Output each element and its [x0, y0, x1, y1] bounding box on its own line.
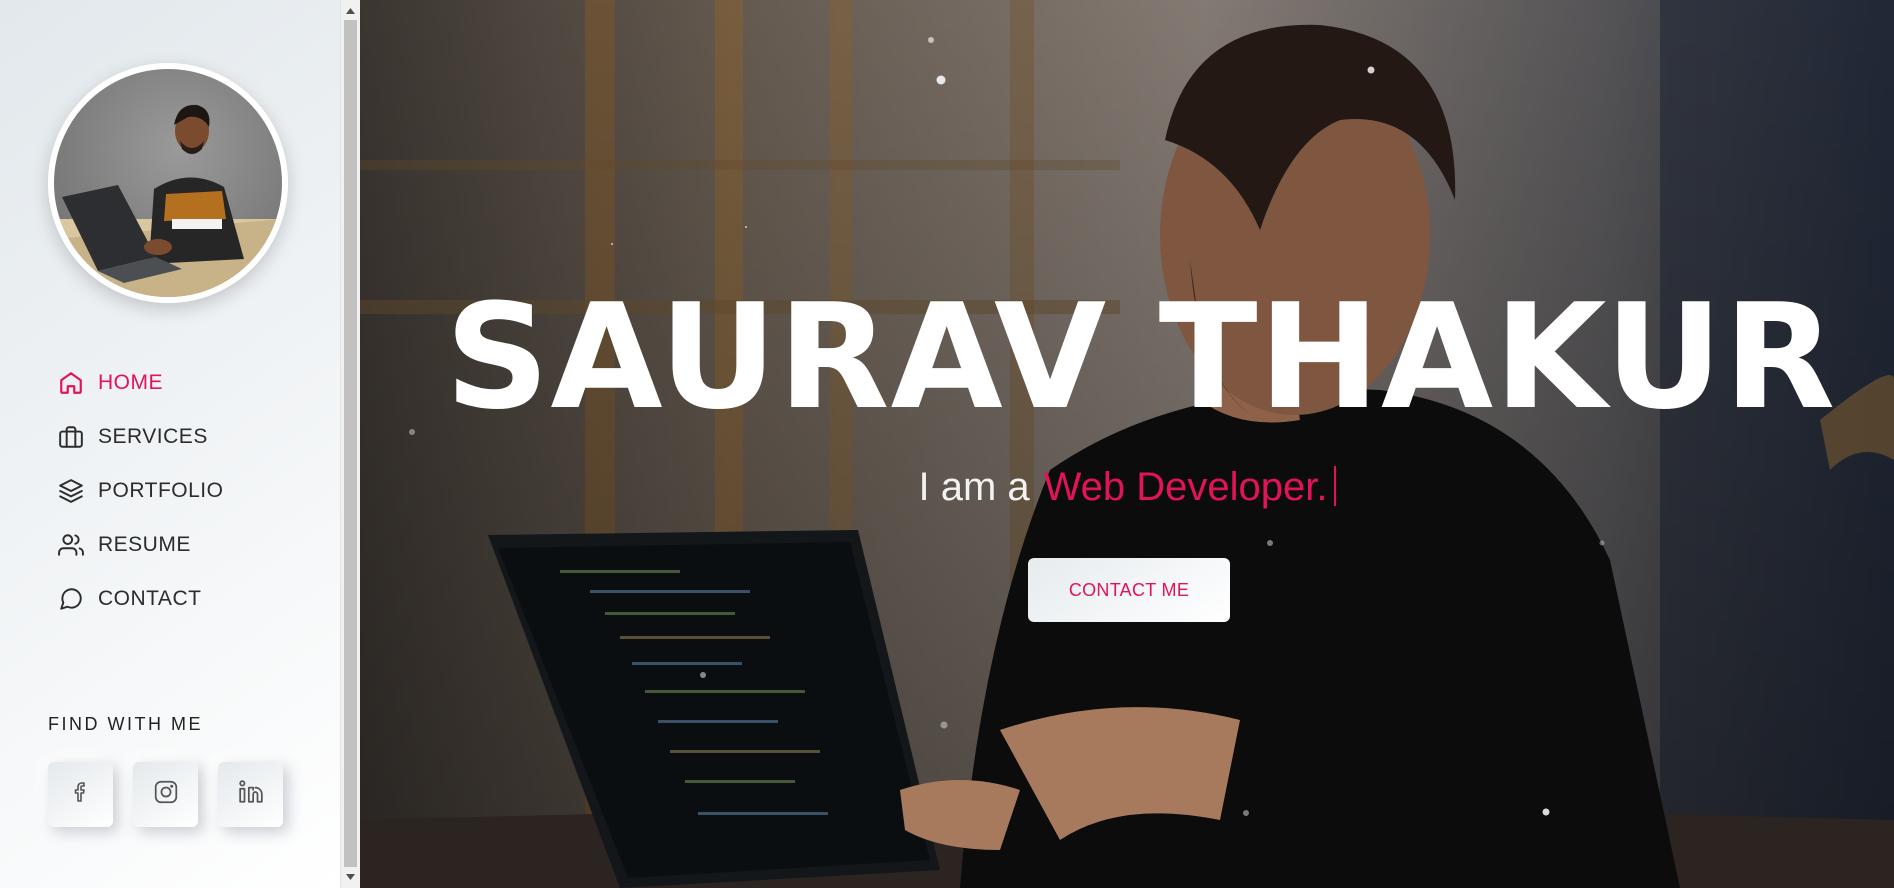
scrollbar-thumb[interactable] [344, 20, 357, 867]
nav-portfolio[interactable]: PORTFOLIO [58, 464, 223, 518]
sidebar: HOME SERVICES PORTFOLIO RESUME CONTACT F… [0, 0, 340, 888]
home-icon [58, 370, 84, 396]
main-nav: HOME SERVICES PORTFOLIO RESUME CONTACT [58, 356, 223, 626]
instagram-button[interactable] [133, 762, 198, 827]
facebook-icon [69, 780, 93, 809]
hero-background-image [360, 0, 1894, 888]
message-circle-icon [58, 586, 84, 612]
subtitle-prefix: I am a [918, 465, 1030, 509]
layers-icon [58, 478, 84, 504]
facebook-button[interactable] [48, 762, 113, 827]
typing-cursor [1333, 466, 1336, 506]
users-icon [58, 532, 84, 558]
nav-resume-label: RESUME [98, 533, 191, 556]
scroll-down-arrow-icon[interactable] [341, 868, 360, 886]
nav-contact[interactable]: CONTACT [58, 572, 223, 626]
find-with-me-heading: FIND WITH ME [48, 714, 203, 734]
sidebar-scrollbar[interactable] [340, 0, 360, 888]
profile-avatar [48, 63, 288, 303]
nav-services-label: SERVICES [98, 425, 208, 448]
social-links [48, 762, 283, 827]
instagram-icon [153, 779, 179, 810]
scroll-up-arrow-icon[interactable] [341, 2, 360, 20]
profile-photo [54, 104, 282, 297]
nav-home-label: HOME [98, 371, 163, 394]
briefcase-icon [58, 424, 84, 450]
nav-home[interactable]: HOME [58, 356, 223, 410]
hero-section: SAURAV THAKUR I am a Web Developer. CONTA… [360, 0, 1894, 888]
linkedin-button[interactable] [218, 762, 283, 827]
contact-me-button[interactable]: CONTACT ME [1028, 558, 1230, 622]
hero-name-heading: SAURAV THAKUR [445, 273, 1837, 442]
typed-role-text: Web Developer. [1043, 465, 1328, 509]
nav-resume[interactable]: RESUME [58, 518, 223, 572]
linkedin-icon [238, 779, 264, 810]
nav-services[interactable]: SERVICES [58, 410, 223, 464]
hero-subtitle: I am a Web Developer. [360, 465, 1894, 510]
nav-contact-label: CONTACT [98, 587, 202, 610]
nav-portfolio-label: PORTFOLIO [98, 479, 224, 502]
